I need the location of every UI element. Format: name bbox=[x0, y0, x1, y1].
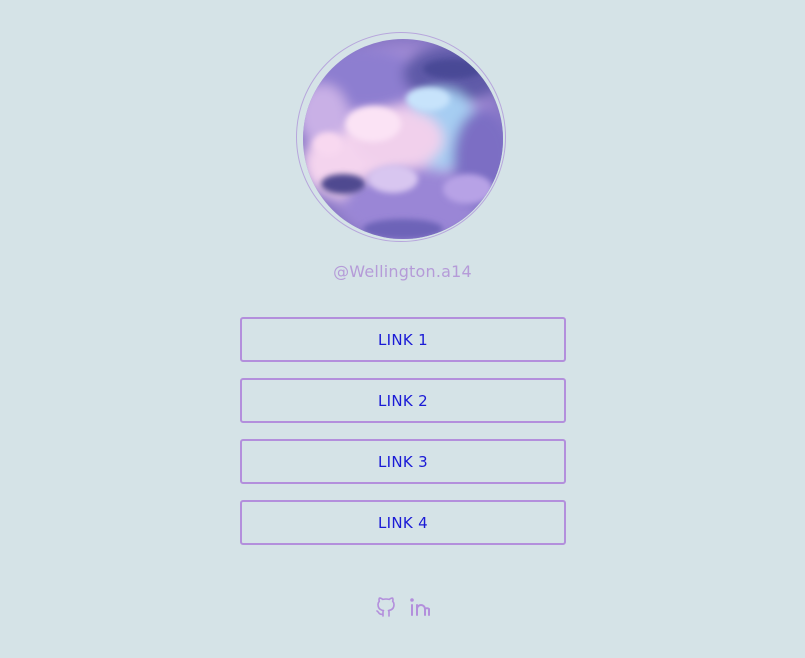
link-4-button[interactable]: LINK 4 bbox=[240, 500, 566, 545]
username: @Wellington.a14 bbox=[333, 262, 472, 281]
avatar bbox=[303, 39, 503, 239]
link-1-button[interactable]: LINK 1 bbox=[240, 317, 566, 362]
link-2-button[interactable]: LINK 2 bbox=[240, 378, 566, 423]
github-icon[interactable] bbox=[374, 595, 398, 619]
avatar-cloud-image bbox=[303, 39, 503, 239]
link-3-button[interactable]: LINK 3 bbox=[240, 439, 566, 484]
linkedin-icon[interactable] bbox=[408, 595, 432, 619]
